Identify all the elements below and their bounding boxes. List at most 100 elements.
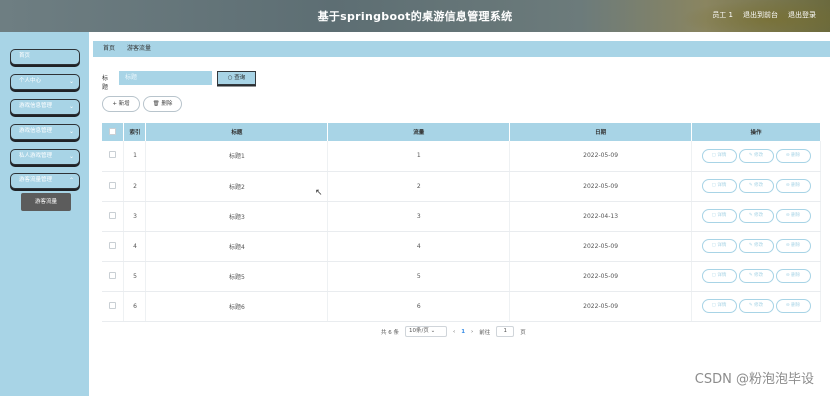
edit-button[interactable]: ✎ 修改 [738,239,774,253]
pagination-total: 共 6 条 [381,329,399,336]
cell-title: 标题6 [145,291,329,322]
select-all-header[interactable] [102,123,125,141]
row-checkbox[interactable] [109,301,117,309]
chevron-down-icon: ⌄ [68,153,74,160]
row-delete-button[interactable]: ⊖ 删除 [775,299,811,313]
chevron-down-icon: ⌄ [68,103,74,110]
row-checkbox[interactable] [109,181,117,189]
breadcrumb: 首页 游客流量 [93,41,830,57]
sidebar-item-label: 私人游戏管理 [19,153,53,159]
cell-title: 标题1 [145,141,329,172]
header-links: 员工 1 退出到前台 退出登录 [712,10,816,20]
cell-flow: 4 [327,231,511,262]
search-icon: ○ [227,75,233,81]
row-delete-button[interactable]: ⊖ 删除 [775,179,811,193]
row-delete-button[interactable]: ⊖ 删除 [775,239,811,253]
sidebar-item-home[interactable]: 首页 [10,49,80,65]
cell-flow: 3 [327,201,511,232]
row-delete-button[interactable]: ⊖ 删除 [775,148,811,163]
sidebar-item-profile[interactable]: 个人中心 ⌄ [10,74,80,90]
col-date: 日期 [509,123,693,141]
user-name: 员工 1 [712,11,733,19]
sidebar-item-game-info-2[interactable]: 游戏信息管理 ⌄ [10,124,80,140]
detail-button[interactable]: ▢ 详情 [701,209,737,223]
cell-title: 标题4 [145,231,329,262]
edit-button[interactable]: ✎ 修改 [738,269,774,283]
table-header-row: 索引 标题 流量 日期 操作 [102,123,821,141]
sidebar-subitem-visitor-flow[interactable]: 游客流量 [21,193,71,211]
cell-title: 标题5 [145,261,329,292]
cell-date: 2022-04-13 [509,201,693,232]
chevron-down-icon: ⌄ [68,128,74,135]
edit-button[interactable]: ✎ 修改 [738,179,774,193]
sidebar-item-label: 游客流量管理 [19,177,53,183]
app-root: 基于springboot的桌游信息管理系统 员工 1 退出到前台 退出登录 首页… [0,0,830,396]
chevron-down-icon: ⌄ [68,78,74,85]
next-page-button[interactable]: › [471,329,473,335]
table-row: 4 标题4 4 2022-05-09 ▢ 详情 ✎ 修改 ⊖ 删除 [102,231,821,262]
add-button[interactable]: + 新增 [102,96,140,112]
sidebar-item-label: 首页 [19,53,31,59]
row-delete-button[interactable]: ⊖ 删除 [775,269,811,283]
back-to-front-link[interactable]: 退出到前台 [743,10,778,20]
row-checkbox[interactable] [109,271,117,279]
detail-button[interactable]: ▢ 详情 [701,179,737,193]
prev-page-button[interactable]: ‹ [453,329,455,335]
cell-index: 4 [123,231,147,262]
sidebar-item-label: 游戏信息管理 [19,103,53,109]
watermark: CSDN @粉泡泡毕设 [694,372,814,387]
add-button-label: 新增 [118,101,130,107]
breadcrumb-home[interactable]: 首页 [103,45,115,52]
row-checkbox[interactable] [109,211,117,219]
page-unit-label: 页 [520,329,526,336]
cell-date: 2022-05-09 [509,291,693,322]
detail-button[interactable]: ▢ 详情 [701,299,737,313]
search-label: 标题 [102,75,109,91]
cell-index: 2 [123,171,147,202]
detail-button[interactable]: ▢ 详情 [701,148,737,163]
edit-button[interactable]: ✎ 修改 [738,148,774,163]
sidebar-item-label: 个人中心 [19,78,42,84]
mouse-cursor-icon: ↖ [315,188,323,198]
cell-actions: ▢ 详情 ✎ 修改 ⊖ 删除 [691,141,821,172]
logout-link[interactable]: 退出登录 [788,10,816,20]
edit-button[interactable]: ✎ 修改 [738,209,774,223]
sidebar: 首页 个人中心 ⌄ 游戏信息管理 ⌄ 游戏信息管理 ⌄ 私人游戏管理 ⌄ 游客流量管理 ⌃ [0,32,89,396]
cell-actions: ▢ 详情 ✎ 修改 ⊖ 删除 [691,201,821,232]
col-index: 索引 [123,123,147,141]
sidebar-item-private-game[interactable]: 私人游戏管理 ⌄ [10,149,80,165]
cell-flow: 5 [327,261,511,292]
table-row: 6 标题6 6 2022-05-09 ▢ 详情 ✎ 修改 ⊖ 删除 [102,291,821,322]
current-page[interactable]: 1 [461,329,465,335]
goto-page-input[interactable]: 1 [496,326,515,337]
pagination: 共 6 条 10条/页 ⌄ ‹ 1 › 前往 1 页 [381,326,526,337]
col-title: 标题 [145,123,329,141]
cell-index: 6 [123,291,147,322]
search-input[interactable] [119,71,212,85]
detail-button[interactable]: ▢ 详情 [701,269,737,283]
page-size-value: 10条/页 [409,328,429,334]
edit-button[interactable]: ✎ 修改 [738,299,774,313]
sidebar-item-visitor-flow[interactable]: 游客流量管理 ⌃ [10,173,80,189]
row-delete-button[interactable]: ⊖ 删除 [775,209,811,223]
select-all-checkbox[interactable] [109,127,117,135]
sidebar-item-label: 游戏信息管理 [19,128,53,134]
cell-title: 标题2 [145,171,329,202]
detail-button[interactable]: ▢ 详情 [701,239,737,253]
row-checkbox[interactable] [109,241,117,249]
data-table: 索引 标题 流量 日期 操作 1 标题1 1 2022-05-09 ▢ 详情 ✎ … [102,123,821,322]
sidebar-item-game-info[interactable]: 游戏信息管理 ⌄ [10,99,80,115]
delete-button[interactable]: 🗑 删除 [143,96,182,112]
table-row: 3 标题3 3 2022-04-13 ▢ 详情 ✎ 修改 ⊖ 删除 [102,201,821,232]
col-flow: 流量 [327,123,511,141]
cell-index: 3 [123,201,147,232]
cell-date: 2022-05-09 [509,231,693,262]
row-checkbox[interactable] [109,151,117,159]
search-button[interactable]: ○ 查询 [217,71,256,85]
cell-actions: ▢ 详情 ✎ 修改 ⊖ 删除 [691,261,821,292]
plus-icon: + [112,101,117,107]
cell-index: 5 [123,261,147,292]
cell-index: 1 [123,141,147,172]
top-header: 基于springboot的桌游信息管理系统 员工 1 退出到前台 退出登录 [0,0,830,32]
page-size-select[interactable]: 10条/页 ⌄ [405,326,447,337]
